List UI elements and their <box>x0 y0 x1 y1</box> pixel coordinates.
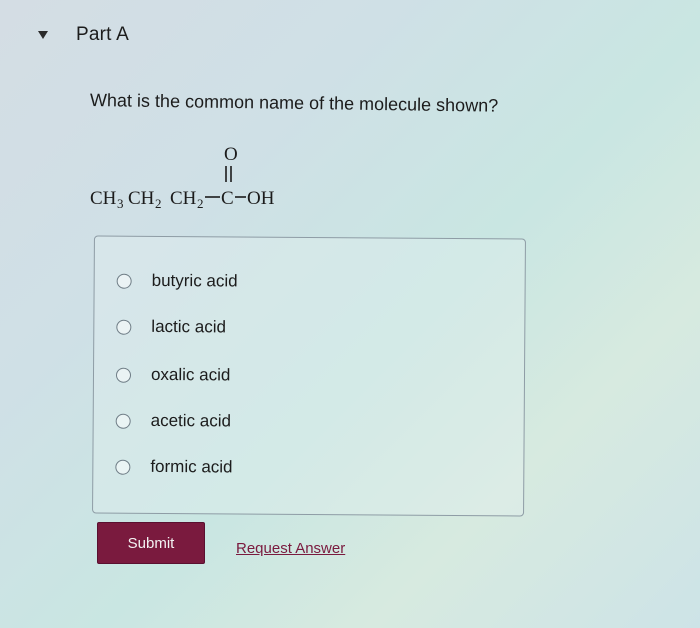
part-title: Part A <box>76 24 129 45</box>
submit-button[interactable]: Submit <box>97 522 205 564</box>
carbonyl-carbon: C <box>221 188 234 209</box>
answer-options: butyric acid lactic acid oxalic acid ace… <box>92 235 526 517</box>
ch2-subscript-1: 2 <box>155 196 162 211</box>
radio-button[interactable] <box>116 273 132 289</box>
option-oxalic-acid[interactable]: oxalic acid <box>115 364 231 386</box>
question-text: What is the common name of the molecule … <box>89 90 499 116</box>
option-formic-acid[interactable]: formic acid <box>115 456 233 478</box>
radio-button[interactable] <box>115 459 131 475</box>
option-label: oxalic acid <box>150 364 231 385</box>
ch3-group: CH <box>90 188 117 209</box>
radio-button[interactable] <box>115 413 131 429</box>
hydroxyl-group: OH <box>247 188 275 209</box>
ch2-group-1: CH <box>128 188 155 209</box>
option-label: acetic acid <box>150 410 232 431</box>
option-lactic-acid[interactable]: lactic acid <box>116 317 226 338</box>
option-acetic-acid[interactable]: acetic acid <box>115 410 232 432</box>
option-label: formic acid <box>150 456 233 477</box>
ch3-subscript: 3 <box>117 196 124 211</box>
radio-button[interactable] <box>116 319 132 335</box>
request-answer-link[interactable]: Request Answer <box>236 540 345 557</box>
ch2-subscript-2: 2 <box>197 196 204 211</box>
collapse-caret-icon[interactable] <box>38 31 48 39</box>
option-label: lactic acid <box>151 316 227 337</box>
option-butyric-acid[interactable]: butyric acid <box>116 270 238 292</box>
part-header[interactable]: Part A <box>38 18 129 52</box>
option-label: butyric acid <box>151 270 238 291</box>
radio-button[interactable] <box>115 367 132 383</box>
carbonyl-oxygen: O <box>224 144 238 165</box>
molecule-structure: O CH 3 CH 2 CH 2 C OH <box>90 144 275 211</box>
ch2-group-2: CH <box>170 188 197 209</box>
